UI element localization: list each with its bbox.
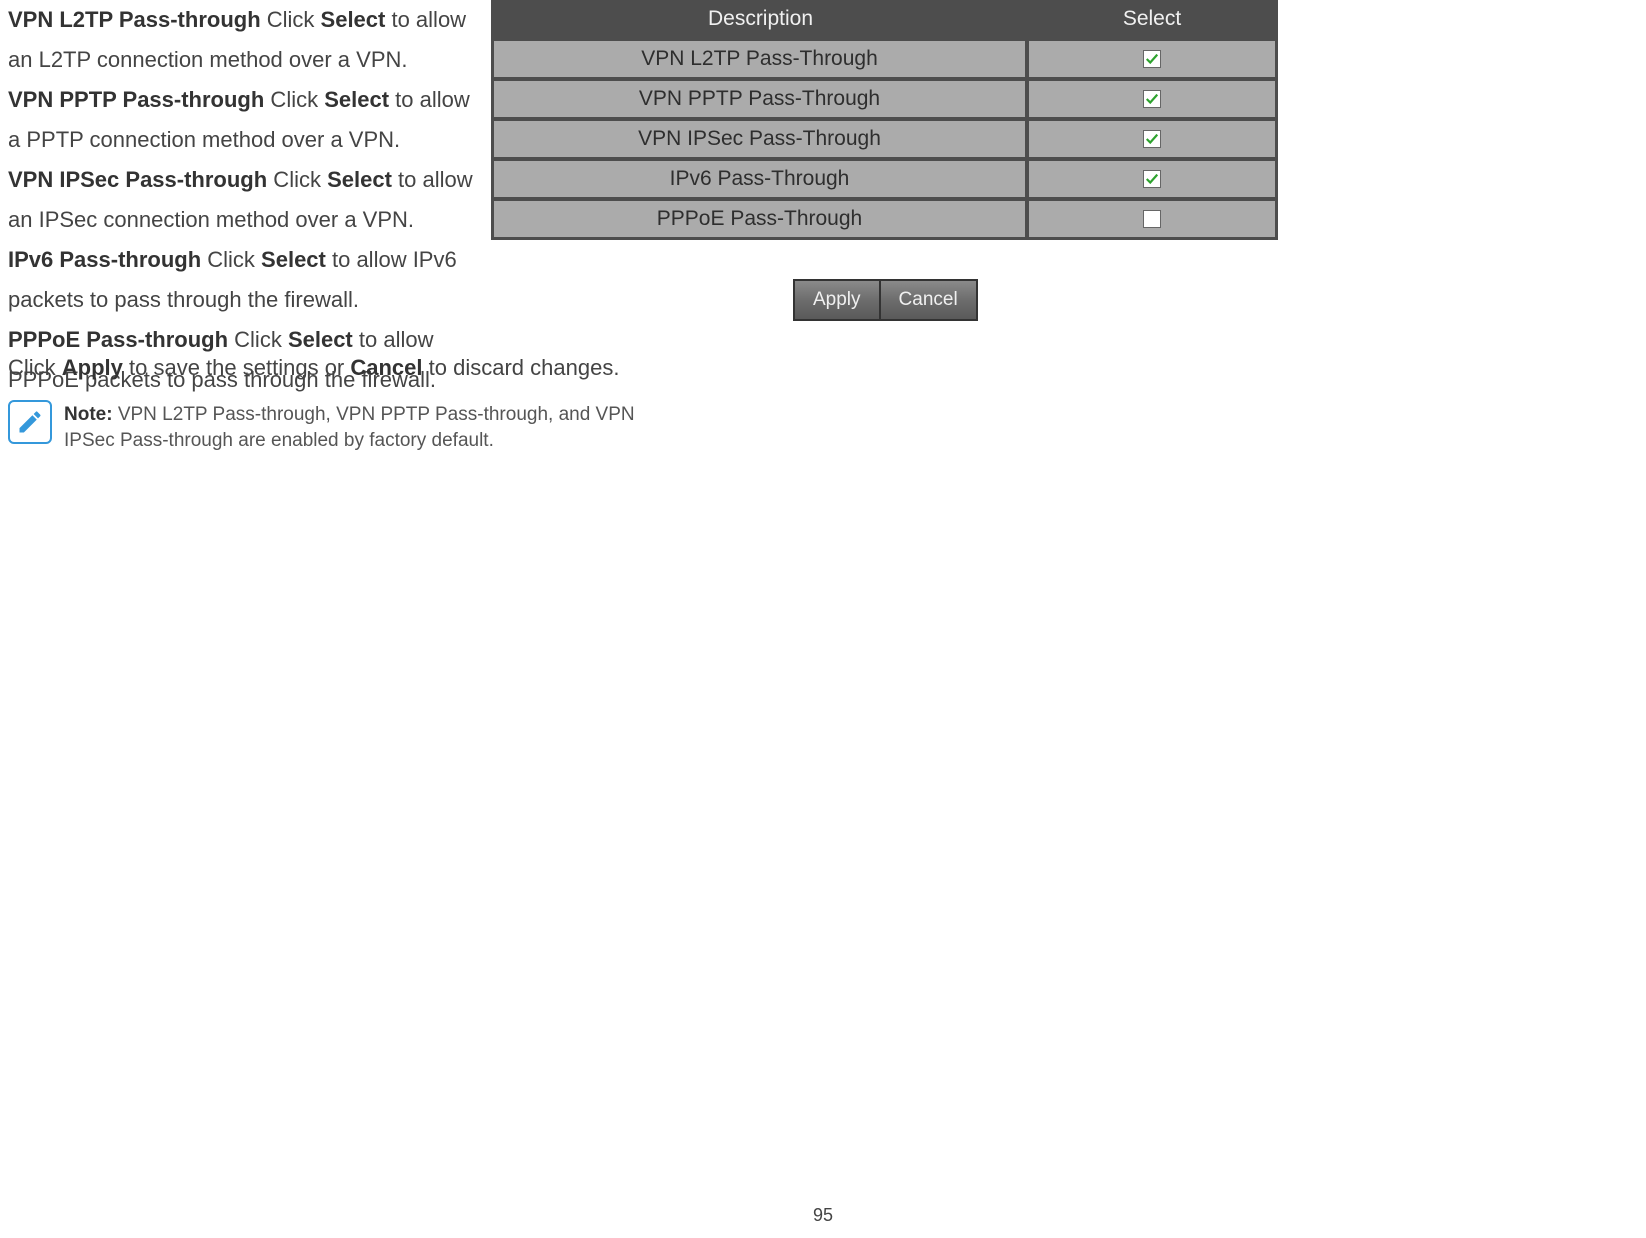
page-number: 95 bbox=[813, 1205, 833, 1226]
desc-item: VPN PPTP Pass-through Click Select to al… bbox=[8, 80, 478, 160]
row-select-cell bbox=[1029, 121, 1275, 157]
header-select: Select bbox=[1029, 1, 1275, 37]
table-header: Description Select bbox=[494, 1, 1275, 37]
header-description: Description bbox=[494, 1, 1029, 37]
checkbox-pppoe[interactable] bbox=[1143, 210, 1161, 228]
row-select-cell bbox=[1029, 161, 1275, 197]
desc-action: Select bbox=[327, 167, 392, 192]
checkbox-l2tp[interactable] bbox=[1143, 50, 1161, 68]
row-select-cell bbox=[1029, 81, 1275, 117]
row-label: VPN PPTP Pass-Through bbox=[494, 81, 1029, 117]
desc-title: VPN IPSec Pass-through bbox=[8, 167, 267, 192]
row-label: VPN IPSec Pass-Through bbox=[494, 121, 1029, 157]
desc-action: Select bbox=[321, 7, 386, 32]
row-select-cell bbox=[1029, 201, 1275, 237]
row-label: VPN L2TP Pass-Through bbox=[494, 41, 1029, 77]
cancel-button[interactable]: Cancel bbox=[879, 281, 976, 319]
passthrough-table: Description Select VPN L2TP Pass-Through… bbox=[491, 0, 1278, 240]
desc-action: Select bbox=[261, 247, 326, 272]
descriptions-block: VPN L2TP Pass-through Click Select to al… bbox=[8, 0, 478, 400]
pencil-icon bbox=[8, 400, 52, 444]
desc-item: IPv6 Pass-through Click Select to allow … bbox=[8, 240, 478, 320]
note-label: Note: bbox=[64, 404, 113, 425]
apply-button[interactable]: Apply bbox=[795, 281, 879, 319]
row-label: IPv6 Pass-Through bbox=[494, 161, 1029, 197]
note-box: Note: VPN L2TP Pass-through, VPN PPTP Pa… bbox=[8, 400, 688, 454]
row-select-cell bbox=[1029, 41, 1275, 77]
checkbox-pptp[interactable] bbox=[1143, 90, 1161, 108]
desc-title: IPv6 Pass-through bbox=[8, 247, 201, 272]
table-row: VPN IPSec Pass-Through bbox=[494, 117, 1275, 157]
table-row: VPN PPTP Pass-Through bbox=[494, 77, 1275, 117]
desc-action: Select bbox=[324, 87, 389, 112]
table-row: VPN L2TP Pass-Through bbox=[494, 37, 1275, 77]
cancel-word: Cancel bbox=[350, 355, 422, 380]
desc-title: VPN PPTP Pass-through bbox=[8, 87, 264, 112]
table-row: PPPoE Pass-Through bbox=[494, 197, 1275, 237]
checkbox-ipsec[interactable] bbox=[1143, 130, 1161, 148]
desc-item: VPN L2TP Pass-through Click Select to al… bbox=[8, 0, 478, 80]
checkbox-ipv6[interactable] bbox=[1143, 170, 1161, 188]
apply-word: Apply bbox=[62, 355, 123, 380]
button-group: Apply Cancel bbox=[793, 279, 978, 321]
table-row: IPv6 Pass-Through bbox=[494, 157, 1275, 197]
row-label: PPPoE Pass-Through bbox=[494, 201, 1029, 237]
apply-cancel-instruction: Click Apply to save the settings or Canc… bbox=[8, 348, 688, 388]
desc-title: VPN L2TP Pass-through bbox=[8, 7, 261, 32]
note-text: Note: VPN L2TP Pass-through, VPN PPTP Pa… bbox=[64, 400, 688, 454]
desc-item: VPN IPSec Pass-through Click Select to a… bbox=[8, 160, 478, 240]
